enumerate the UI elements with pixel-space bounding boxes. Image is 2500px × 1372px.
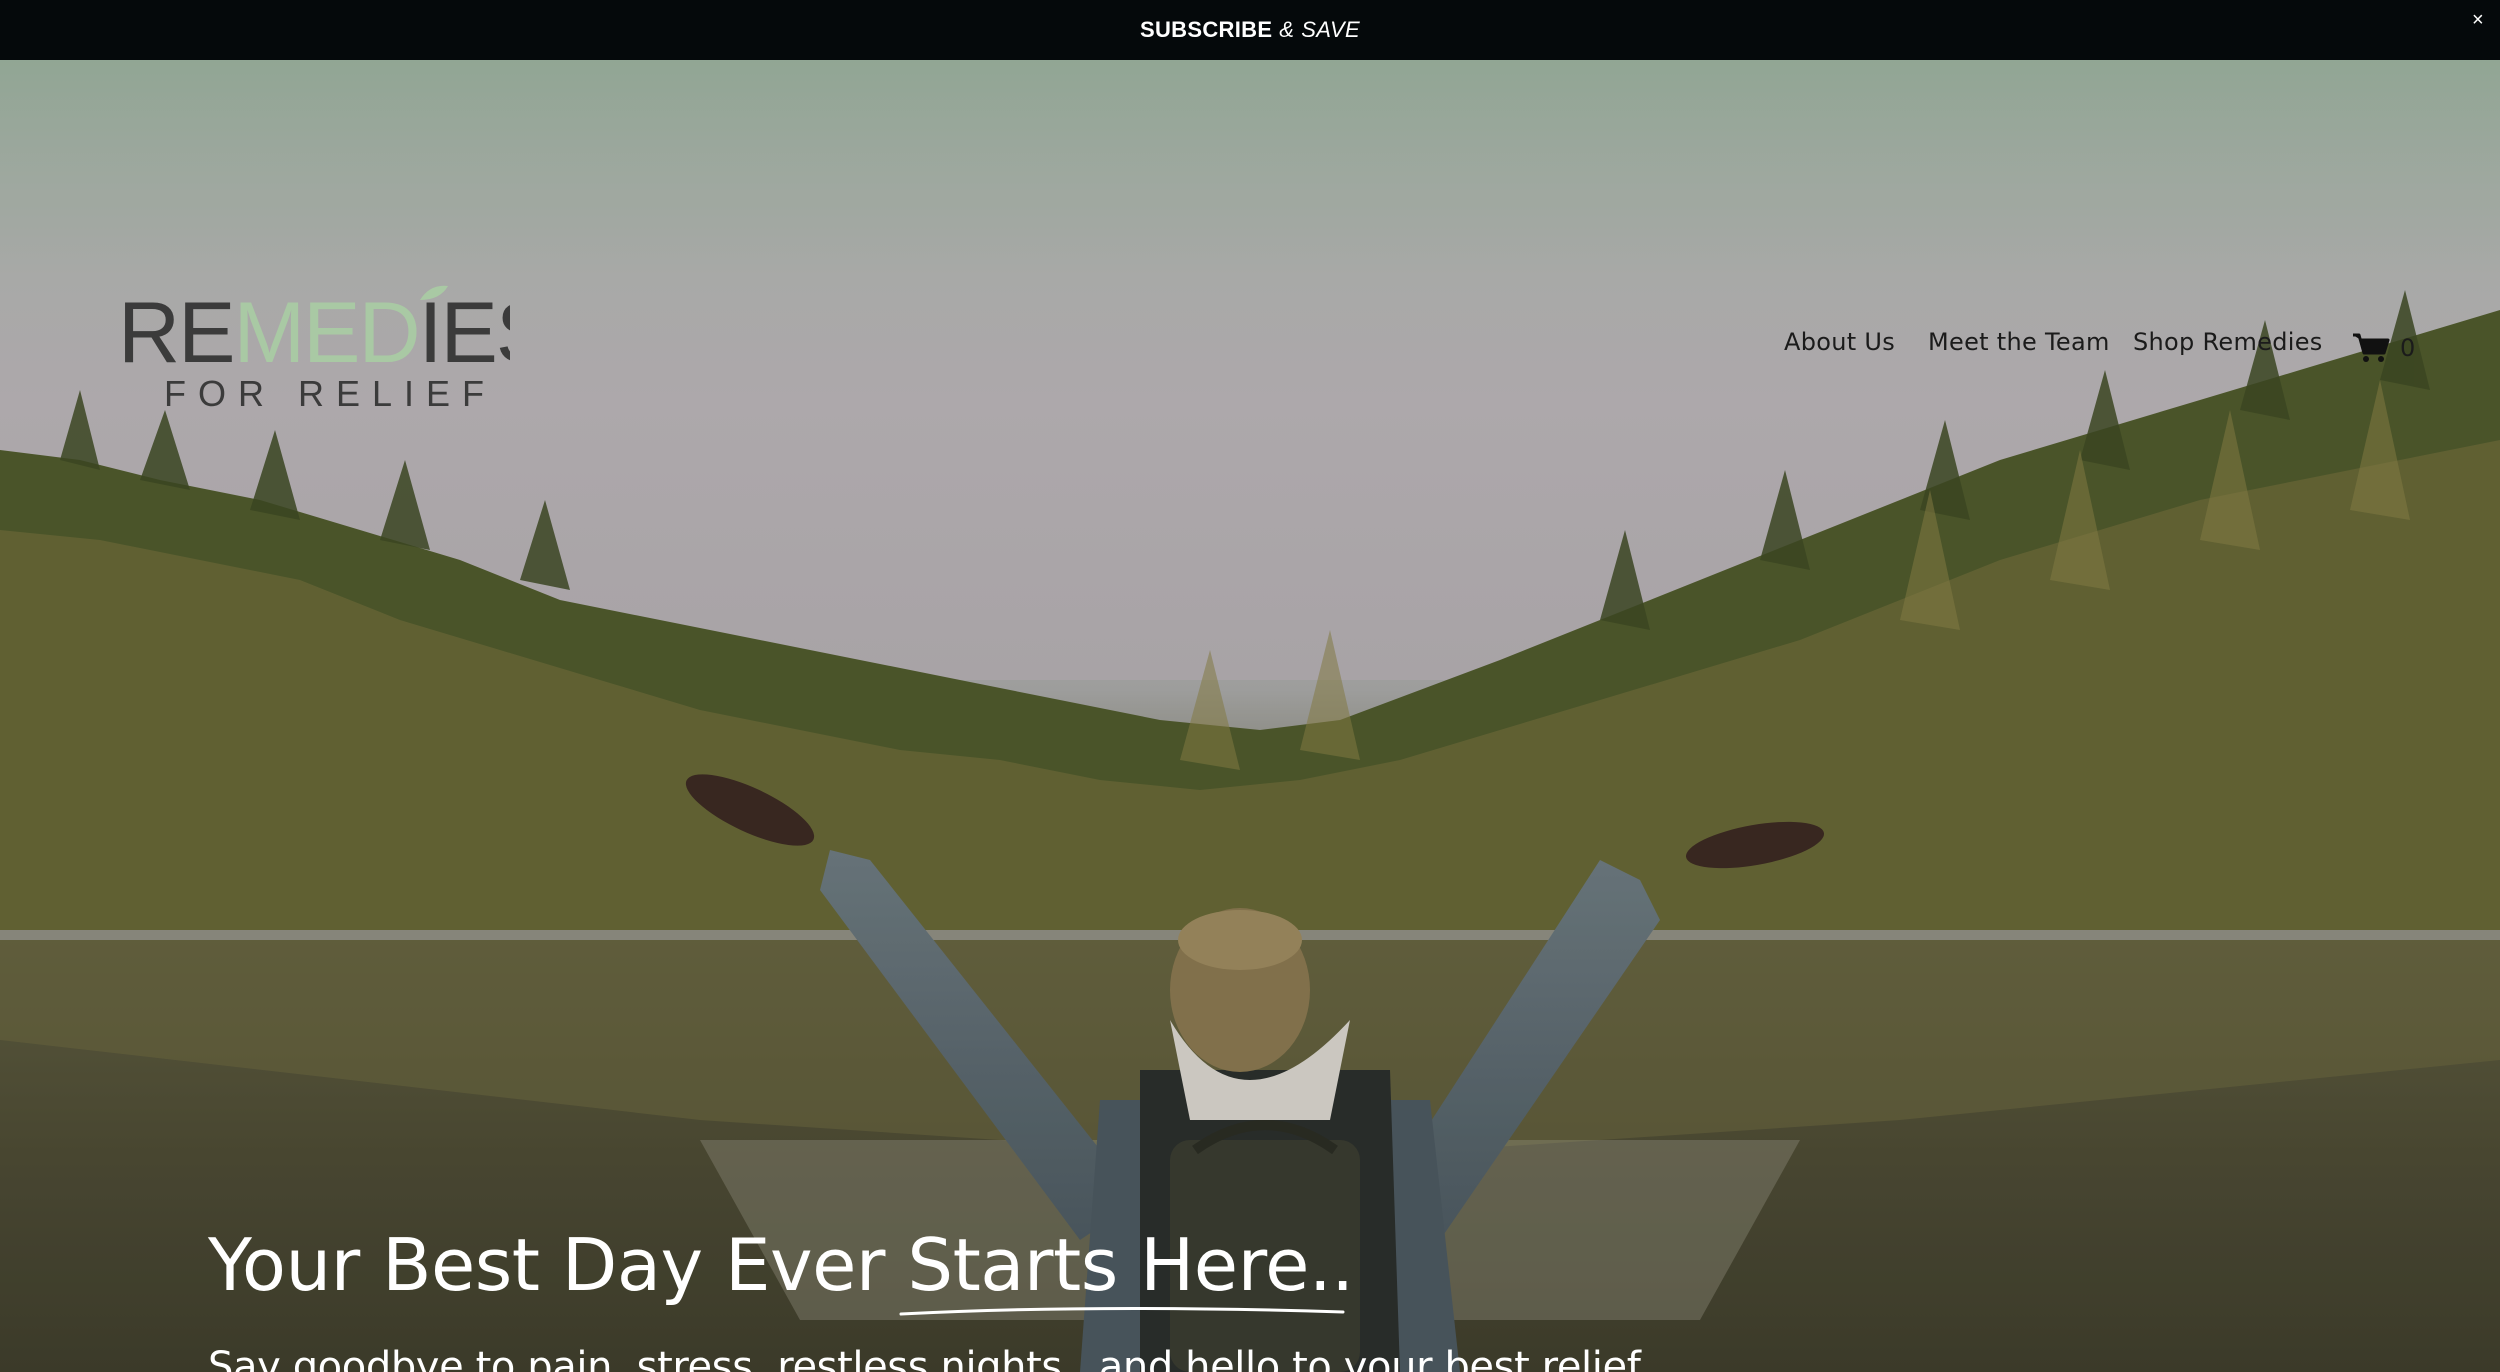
logo-text-ies: IES: [419, 285, 510, 381]
nav-link-about-us[interactable]: About Us: [1784, 328, 1895, 356]
cart-button[interactable]: 0: [2352, 330, 2415, 366]
announcement-amp: &: [1279, 17, 1295, 42]
hero-subheadline: Say goodbye to pain, stress, restless ni…: [208, 1344, 1650, 1372]
hero-headline-part1: Your Best Day Ever: [208, 1223, 885, 1307]
announcement-subscribe: SUBSCRIBE: [1140, 17, 1273, 42]
hero-background-image: [0, 60, 2500, 1372]
logo-tagline: FOR RELIEF: [164, 373, 496, 412]
hero-headline-part2: Starts Here..: [907, 1223, 1354, 1307]
cart-count: 0: [2400, 334, 2416, 362]
cart-icon: [2353, 333, 2390, 362]
close-icon[interactable]: ×: [2466, 8, 2490, 32]
nav-link-meet-the-team[interactable]: Meet the Team: [1928, 328, 2110, 356]
announcement-bar[interactable]: SUBSCRIBE & SAVE ×: [0, 0, 2500, 60]
logo-text-re: RE: [118, 285, 233, 381]
logo-text-med: MED: [233, 285, 418, 381]
announcement-save: SAVE: [1301, 17, 1360, 42]
svg-text:REMEDIES: REMEDIES: [118, 285, 510, 381]
hero-headline-accent: Starts Here..: [899, 1222, 1354, 1316]
headline-underline: [899, 1306, 1345, 1316]
nav-link-shop-remedies[interactable]: Shop Remedies: [2133, 328, 2323, 356]
brand-logo[interactable]: REMEDIES FOR RELIEF: [118, 278, 510, 412]
hero-section: REMEDIES FOR RELIEF About Us Meet the Te…: [0, 60, 2500, 1372]
hero-headline: Your Best Day Ever Starts Here..: [208, 1222, 1354, 1316]
